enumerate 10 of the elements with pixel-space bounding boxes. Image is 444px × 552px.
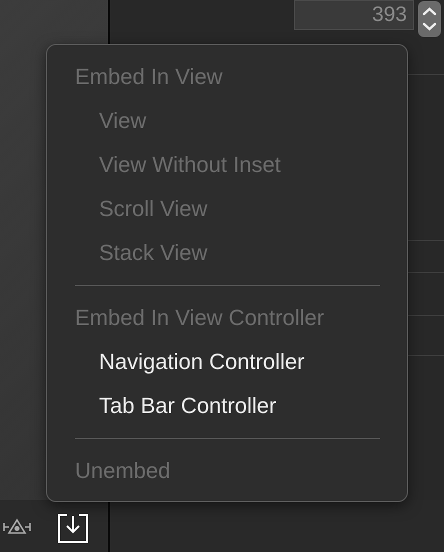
menu-item: View (99, 108, 146, 134)
embed-icon[interactable] (57, 512, 89, 544)
menu-header: Embed In View (75, 64, 223, 90)
stepper-icon[interactable] (418, 1, 441, 37)
menu-item: View Without Inset (99, 152, 281, 178)
menu-item: Stack View (99, 240, 208, 266)
menu-item: Scroll View (99, 196, 208, 222)
menu-header: Embed In View Controller (75, 305, 324, 331)
pin-icon[interactable] (2, 517, 32, 537)
menu-item: Unembed (75, 458, 170, 484)
